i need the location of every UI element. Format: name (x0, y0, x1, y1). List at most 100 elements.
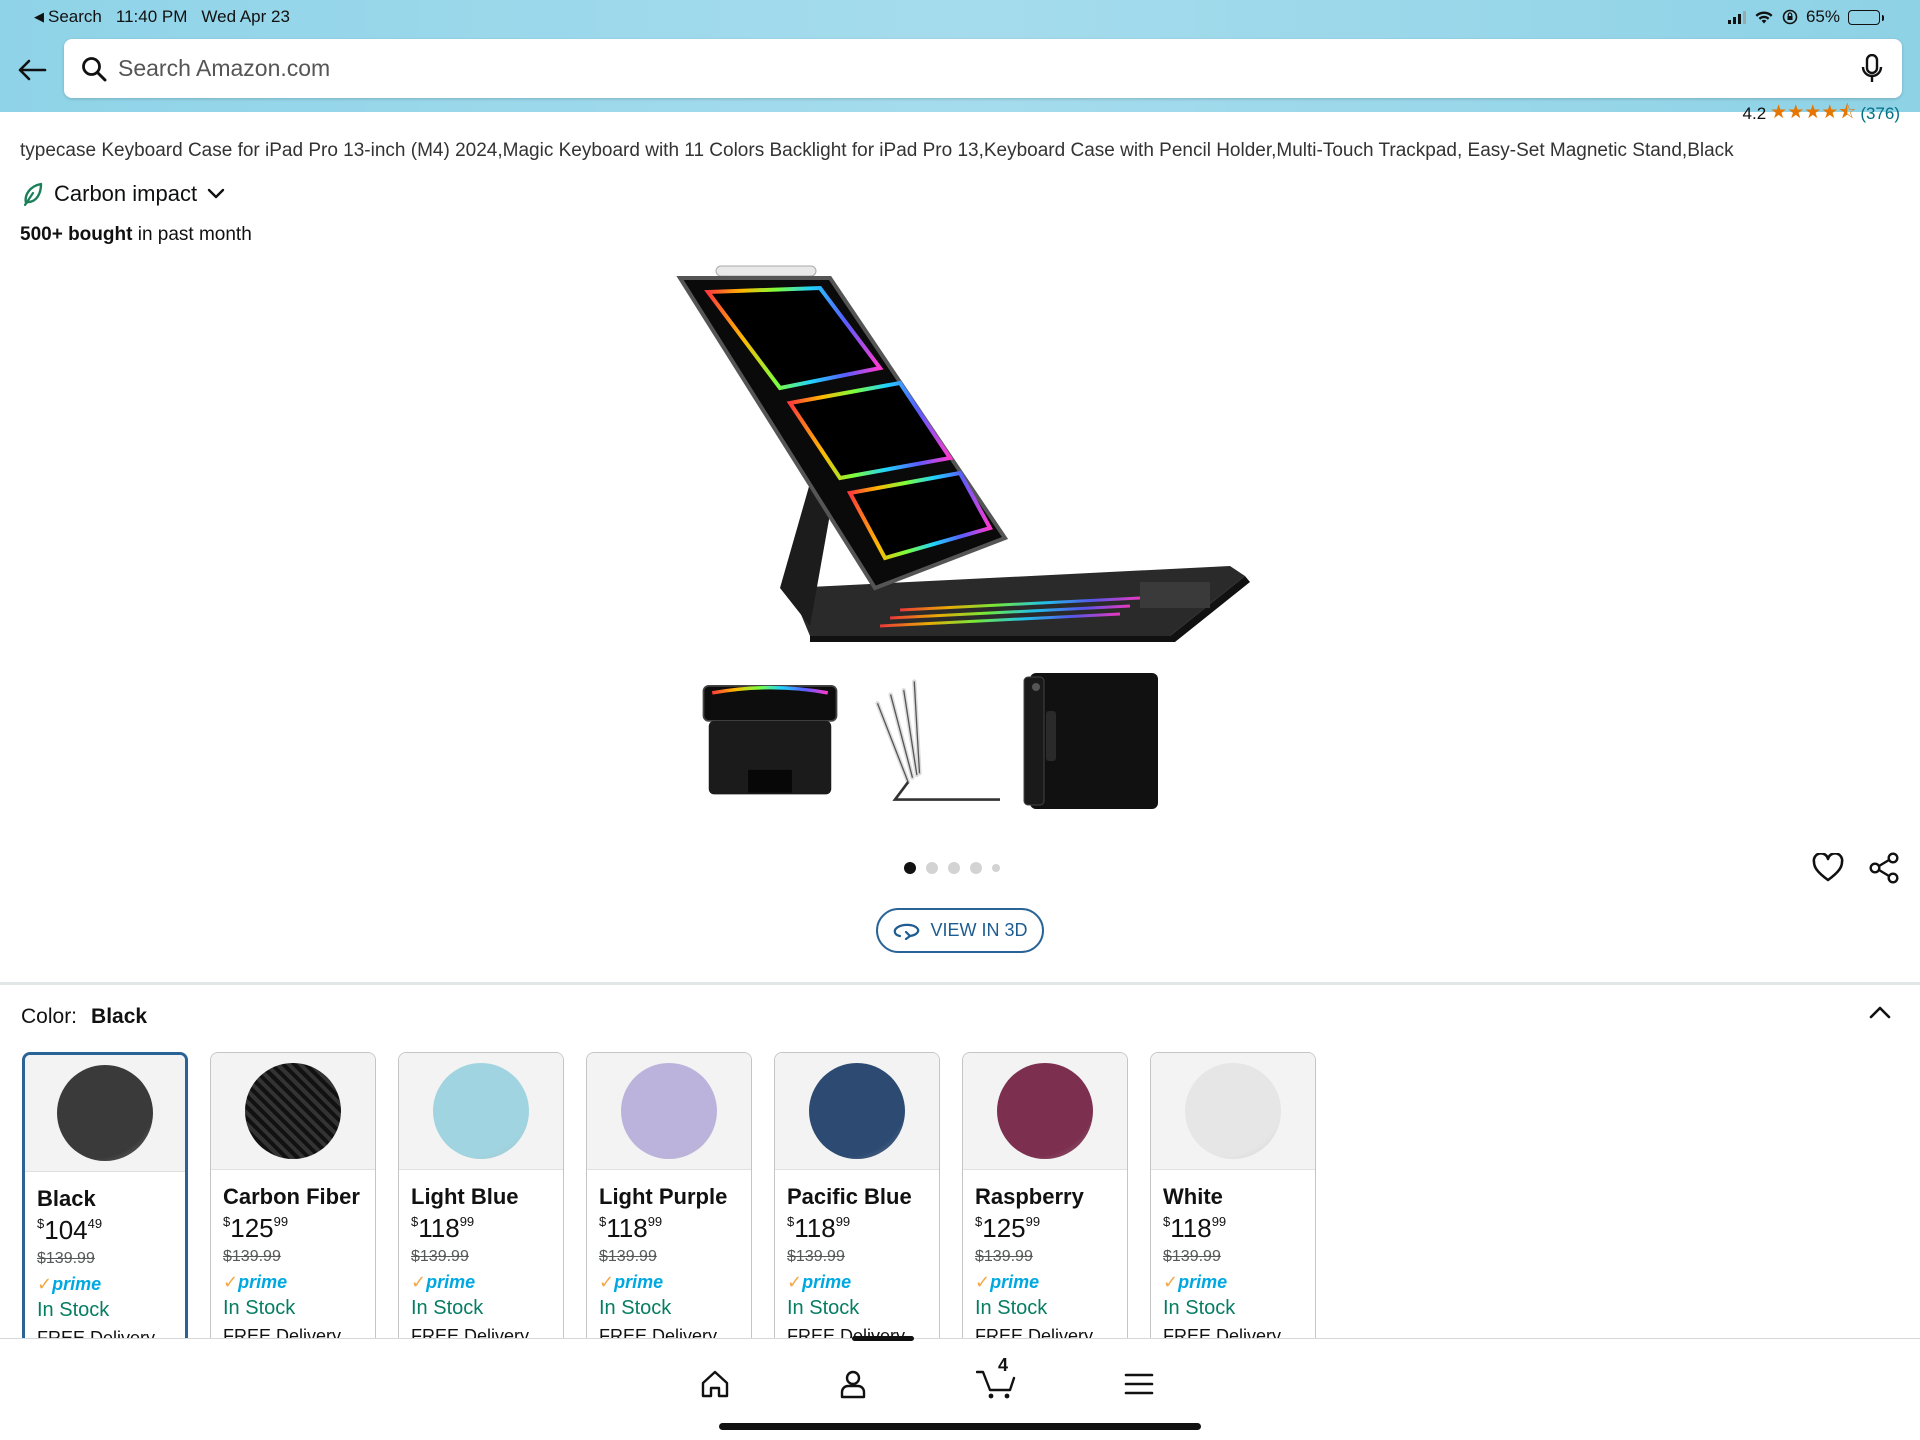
carousel-dot[interactable] (904, 862, 916, 874)
microphone-icon[interactable] (1842, 53, 1902, 84)
prime-label: prime (52, 1274, 102, 1294)
color-circle (433, 1063, 529, 1159)
hamburger-menu-icon (1124, 1373, 1154, 1395)
carousel-dot[interactable] (970, 862, 982, 874)
nav-account[interactable] (838, 1361, 868, 1407)
price-cents: 99 (835, 1214, 851, 1229)
price-dollars: 125 (982, 1213, 1026, 1243)
carbon-impact-label: Carbon impact (54, 181, 198, 206)
price-dollars: 118 (418, 1213, 460, 1243)
price-cents: 99 (273, 1214, 289, 1229)
rating-summary[interactable]: 4.2 ★★★★⯪ (376) (1742, 102, 1900, 124)
section-divider (0, 982, 1920, 985)
carousel-dot[interactable] (926, 862, 938, 874)
carousel-dot[interactable] (948, 862, 960, 874)
collapse-colors-button[interactable] (1862, 998, 1898, 1026)
color-label: Color: (21, 1005, 78, 1028)
color-option-pacific-blue[interactable]: Pacific Blue $118 99 $139.99 ✓prime In Stock F… (774, 1052, 940, 1352)
color-option-price: $125 99 (223, 1213, 289, 1243)
share-button[interactable] (1866, 850, 1902, 886)
product-main-image[interactable] (670, 258, 1250, 642)
color-option-price: $118 99 (787, 1213, 851, 1243)
cart-icon (976, 1370, 1016, 1399)
color-option-name: Raspberry (975, 1184, 1084, 1209)
price-dollars: 118 (1170, 1213, 1212, 1243)
wifi-icon (1755, 11, 1773, 24)
swatch-image (587, 1053, 751, 1170)
heart-icon (1812, 853, 1844, 882)
chevron-up-icon (1869, 1006, 1891, 1019)
nav-cart[interactable]: 4 (976, 1355, 1016, 1407)
color-swatch-list: Black$10449$139.99✓primeIn StockFREE Del… (22, 1052, 1316, 1352)
view-in-3d-button[interactable]: VIEW IN 3D (876, 908, 1044, 953)
search-bar[interactable] (64, 39, 1902, 98)
price-cents: 99 (1025, 1214, 1041, 1229)
swatch-image (963, 1053, 1127, 1170)
color-option-raspberry[interactable]: Raspberry $125 99 $139.99 ✓prime In Stock FREE… (962, 1052, 1128, 1352)
thumbnail-keyboard[interactable] (700, 668, 840, 813)
stock-status: In Stock (975, 1297, 1048, 1319)
cellular-signal-icon (1727, 10, 1746, 24)
selected-color-name: Black (91, 1005, 148, 1028)
home-icon (701, 1370, 729, 1398)
prime-label: prime (1178, 1272, 1228, 1292)
app-header: ◀ Search 11:40 PM Wed Apr 23 65% (0, 0, 1920, 112)
color-option-carbon-fiber[interactable]: Carbon Fiber $125 99 $139.99 ✓prime In Stock F… (210, 1052, 376, 1352)
bottom-navigation: 4 (0, 1336, 1920, 1440)
share-icon (1869, 852, 1899, 884)
color-option-black[interactable]: Black$10449$139.99✓primeIn StockFREE Del… (22, 1052, 188, 1352)
color-option-light-blue[interactable]: Light Blue $118 99 $139.99 ✓prime In Stock FRE… (398, 1052, 564, 1352)
stock-status: In Stock (599, 1297, 672, 1319)
status-date: Wed Apr 23 (201, 7, 290, 26)
prime-check-icon: ✓ (411, 1272, 427, 1292)
search-icon (70, 56, 118, 82)
prime-label: prime (990, 1272, 1040, 1292)
prime-check-icon: ✓ (975, 1272, 991, 1292)
back-triangle-icon: ◀ (34, 9, 44, 24)
prime-badge: ✓prime (1163, 1272, 1303, 1293)
color-option-name: Black (37, 1186, 96, 1211)
list-price: $139.99 (37, 1250, 95, 1267)
rotate-3d-icon (894, 923, 920, 940)
back-arrow-button[interactable] (14, 52, 50, 88)
color-option-price: $104 49 (37, 1215, 103, 1245)
color-circle (245, 1063, 341, 1159)
list-price: $139.99 (411, 1248, 469, 1265)
back-to-app-link[interactable]: ◀ Search (34, 7, 102, 27)
color-selection-header: Color: Black (21, 1005, 147, 1029)
thumbnail-back-case[interactable] (1020, 668, 1160, 813)
price-cents: 99 (459, 1214, 475, 1229)
prime-badge: ✓prime (37, 1274, 173, 1295)
prime-check-icon: ✓ (787, 1272, 803, 1292)
leaf-icon (23, 182, 43, 207)
status-time: 11:40 PM (115, 7, 188, 26)
status-bar-right: 65% (1727, 6, 1884, 28)
nav-menu[interactable] (1124, 1361, 1154, 1407)
prime-check-icon: ✓ (223, 1272, 239, 1292)
carousel-dot[interactable] (992, 864, 1000, 872)
rating-value: 4.2 (1742, 104, 1767, 123)
price-dollars: 118 (606, 1213, 648, 1243)
list-price: $139.99 (1163, 1248, 1221, 1265)
thumbnail-pencil-holder[interactable] (860, 668, 1000, 813)
bottom-nav-items: 4 (700, 1355, 1154, 1407)
active-tab-indicator (852, 1336, 914, 1341)
color-option-name: Carbon Fiber (223, 1184, 360, 1209)
color-option-name: White (1163, 1184, 1223, 1209)
color-option-white[interactable]: White $118 99 $139.99 ✓prime In Stock FREE Del… (1150, 1052, 1316, 1352)
swatch-image (775, 1053, 939, 1170)
back-app-label: Search (48, 7, 102, 26)
view-in-3d-label: VIEW IN 3D (930, 920, 1028, 940)
color-option-light-purple[interactable]: Light Purple $118 99 $139.99 ✓prime In Stock F… (586, 1052, 752, 1352)
color-option-name: Pacific Blue (787, 1184, 912, 1209)
prime-check-icon: ✓ (599, 1272, 615, 1292)
stock-status: In Stock (787, 1297, 860, 1319)
add-to-list-button[interactable] (1810, 850, 1846, 886)
prime-badge: ✓prime (975, 1272, 1115, 1293)
search-input[interactable] (118, 55, 1842, 82)
rating-count-link[interactable]: (376) (1860, 104, 1900, 124)
nav-home[interactable] (700, 1361, 730, 1407)
color-circle (997, 1063, 1093, 1159)
color-option-price: $125 99 (975, 1213, 1041, 1243)
carbon-impact-toggle[interactable]: Carbon impact (22, 181, 225, 207)
